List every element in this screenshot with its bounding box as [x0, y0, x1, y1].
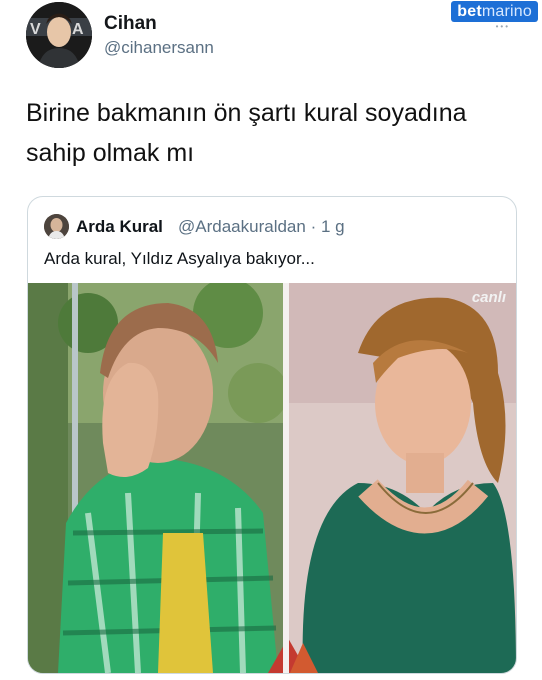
tweet-text: Birine bakmanın ön şartı kural soyadına … [26, 99, 467, 167]
author-display-name[interactable]: Cihan [104, 13, 157, 35]
media-photo [28, 283, 516, 673]
author-handle[interactable]: @cihanersann [104, 38, 214, 58]
live-tag: canlı [471, 289, 506, 306]
quoted-author-avatar[interactable] [44, 214, 69, 239]
author-avatar[interactable]: V A [26, 2, 92, 68]
avatar-image: V A [26, 2, 92, 68]
quoted-handle-text: @Ardaakuraldan [178, 217, 306, 236]
quoted-tweet-text: Arda kural, Yıldız Asyalıya bakıyor... [44, 249, 315, 268]
brand-dots: ••• [495, 22, 510, 31]
quoted-timestamp: · 1 g [310, 217, 345, 236]
svg-text:V: V [30, 21, 41, 38]
quoted-tweet-media[interactable]: canlı [28, 283, 516, 673]
quoted-avatar-image [44, 214, 69, 239]
quoted-author-handle[interactable]: @Ardaakuraldan · 1 g [178, 217, 345, 237]
brand-name-light: marino [481, 3, 532, 20]
quoted-author-display-name[interactable]: Arda Kural [76, 217, 163, 237]
svg-text:A: A [72, 21, 84, 38]
brand-name-bold: bet [457, 3, 482, 20]
brand-logo: betmarino [451, 1, 538, 22]
quoted-tweet-card[interactable]: Arda Kural @Ardaakuraldan · 1 g Arda kur… [27, 196, 517, 674]
